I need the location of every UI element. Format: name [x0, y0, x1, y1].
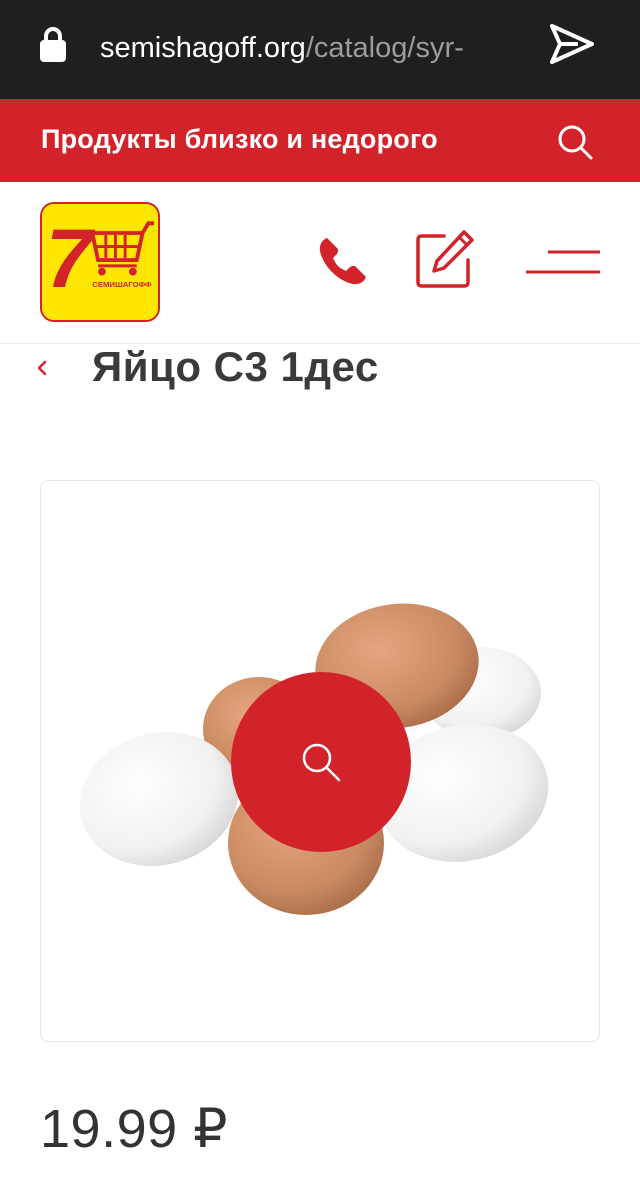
logo-digit: 7	[46, 212, 96, 305]
site-header: 7 СЕМИШАГОФФ	[0, 182, 640, 344]
logo-graphic: 7 СЕМИШАГОФФ	[42, 204, 158, 320]
site-tagline: Продукты близко и недорого	[41, 124, 438, 154]
logo-text: СЕМИШАГОФФ	[92, 280, 152, 289]
site-logo[interactable]: 7 СЕМИШАГОФФ	[40, 202, 160, 322]
phone-icon[interactable]	[316, 234, 370, 288]
product-price: 19.99 ₽	[40, 1099, 228, 1159]
url-path: /catalog/syr-	[305, 32, 464, 64]
edit-icon[interactable]	[414, 228, 476, 290]
zoom-button[interactable]	[231, 672, 411, 852]
url-fade	[470, 20, 530, 76]
browser-address-bar: semishagoff.org/catalog/syr-	[0, 0, 640, 99]
back-chevron-icon[interactable]	[32, 352, 52, 384]
url-text[interactable]: semishagoff.org/catalog/syr-	[100, 28, 520, 68]
product-title: Яйцо С3 1дес	[92, 343, 379, 390]
send-icon[interactable]	[548, 22, 596, 66]
search-icon[interactable]	[556, 123, 594, 161]
product-image-card[interactable]	[40, 480, 600, 1042]
search-icon	[302, 743, 341, 782]
lock-icon	[40, 27, 66, 62]
tagline-bar: Продукты близко и недорого	[0, 99, 640, 182]
menu-icon[interactable]	[524, 248, 602, 276]
url-domain: semishagoff.org	[100, 32, 306, 64]
